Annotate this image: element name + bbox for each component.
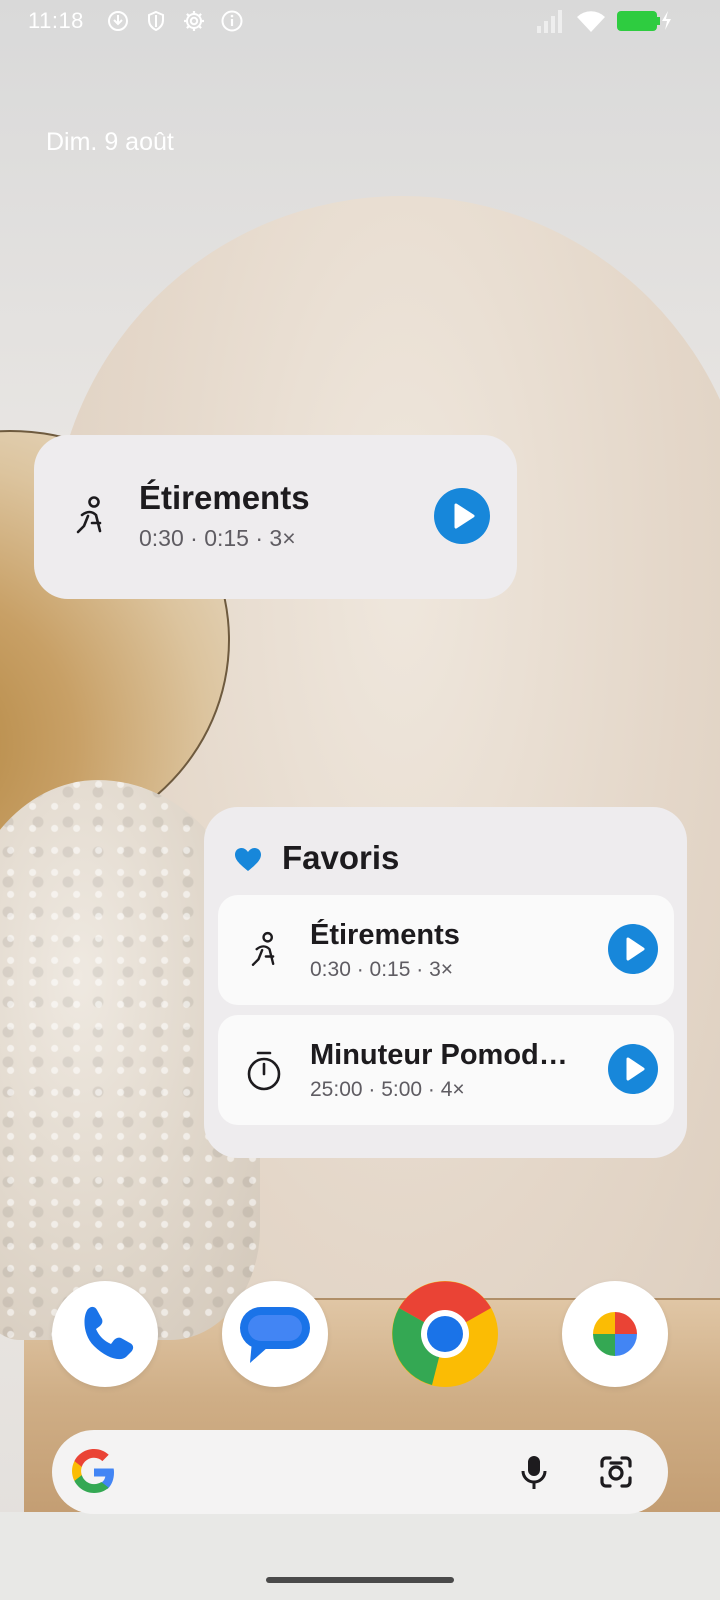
heart-icon <box>235 848 261 871</box>
settings-gear-icon <box>184 11 204 31</box>
microphone-icon[interactable] <box>514 1452 554 1492</box>
info-icon <box>221 10 243 32</box>
shield-icon <box>148 10 164 32</box>
search-input[interactable] <box>132 1456 512 1488</box>
wifi-icon <box>577 11 605 33</box>
play-icon <box>454 503 475 529</box>
signal-icon <box>537 10 562 33</box>
favorite-item-subtitle: 25:00 · 5:00 · 4× <box>310 1078 465 1101</box>
play-icon <box>626 937 645 961</box>
favorite-item-subtitle: 0:30 · 0:15 · 3× <box>310 958 454 981</box>
phone-app-icon[interactable] <box>52 1281 158 1387</box>
download-icon <box>108 11 128 31</box>
play-icon <box>626 1057 645 1081</box>
favorites-title: Favoris <box>282 839 400 876</box>
pinwheel-icon <box>593 1312 637 1356</box>
photos-app-icon[interactable] <box>562 1281 668 1387</box>
routine-subtitle: 0:30 · 0:15 · 3× <box>139 525 296 551</box>
favorite-item-title: Minuteur Pomod… <box>310 1039 568 1071</box>
phone-icon <box>84 1306 134 1360</box>
stretching-person-icon <box>251 931 275 966</box>
messages-bubble-icon <box>240 1307 310 1363</box>
gesture-navigation-handle[interactable] <box>266 1577 454 1583</box>
stopwatch-icon <box>247 1051 281 1091</box>
google-lens-icon[interactable] <box>596 1452 636 1492</box>
routine-title: Étirements <box>139 479 310 516</box>
play-button[interactable] <box>434 488 490 544</box>
wallpaper-floor <box>0 1512 720 1600</box>
favorite-item[interactable]: Minuteur Pomod… 25:00 · 5:00 · 4× <box>218 1015 674 1125</box>
status-time: 11:18 <box>28 8 84 33</box>
chrome-icon <box>392 1281 498 1387</box>
battery-charging-icon <box>617 11 671 31</box>
stretching-person-icon <box>76 496 102 534</box>
play-button[interactable] <box>608 1044 658 1094</box>
status-bar: 11:18 <box>0 0 720 42</box>
google-search-bar[interactable] <box>52 1430 668 1514</box>
chrome-app-icon[interactable] <box>392 1281 498 1387</box>
messages-app-icon[interactable] <box>222 1281 328 1387</box>
favorites-widget: Favoris Étirements 0:30 · 0:15 · 3× Minu… <box>204 807 687 1158</box>
routine-widget[interactable]: Étirements 0:30 · 0:15 · 3× <box>34 435 517 599</box>
google-g-icon <box>72 1449 114 1493</box>
favorite-item[interactable]: Étirements 0:30 · 0:15 · 3× <box>218 895 674 1005</box>
home-date[interactable]: Dim. 9 août <box>46 128 174 157</box>
play-button[interactable] <box>608 924 658 974</box>
favorite-item-title: Étirements <box>310 919 460 951</box>
